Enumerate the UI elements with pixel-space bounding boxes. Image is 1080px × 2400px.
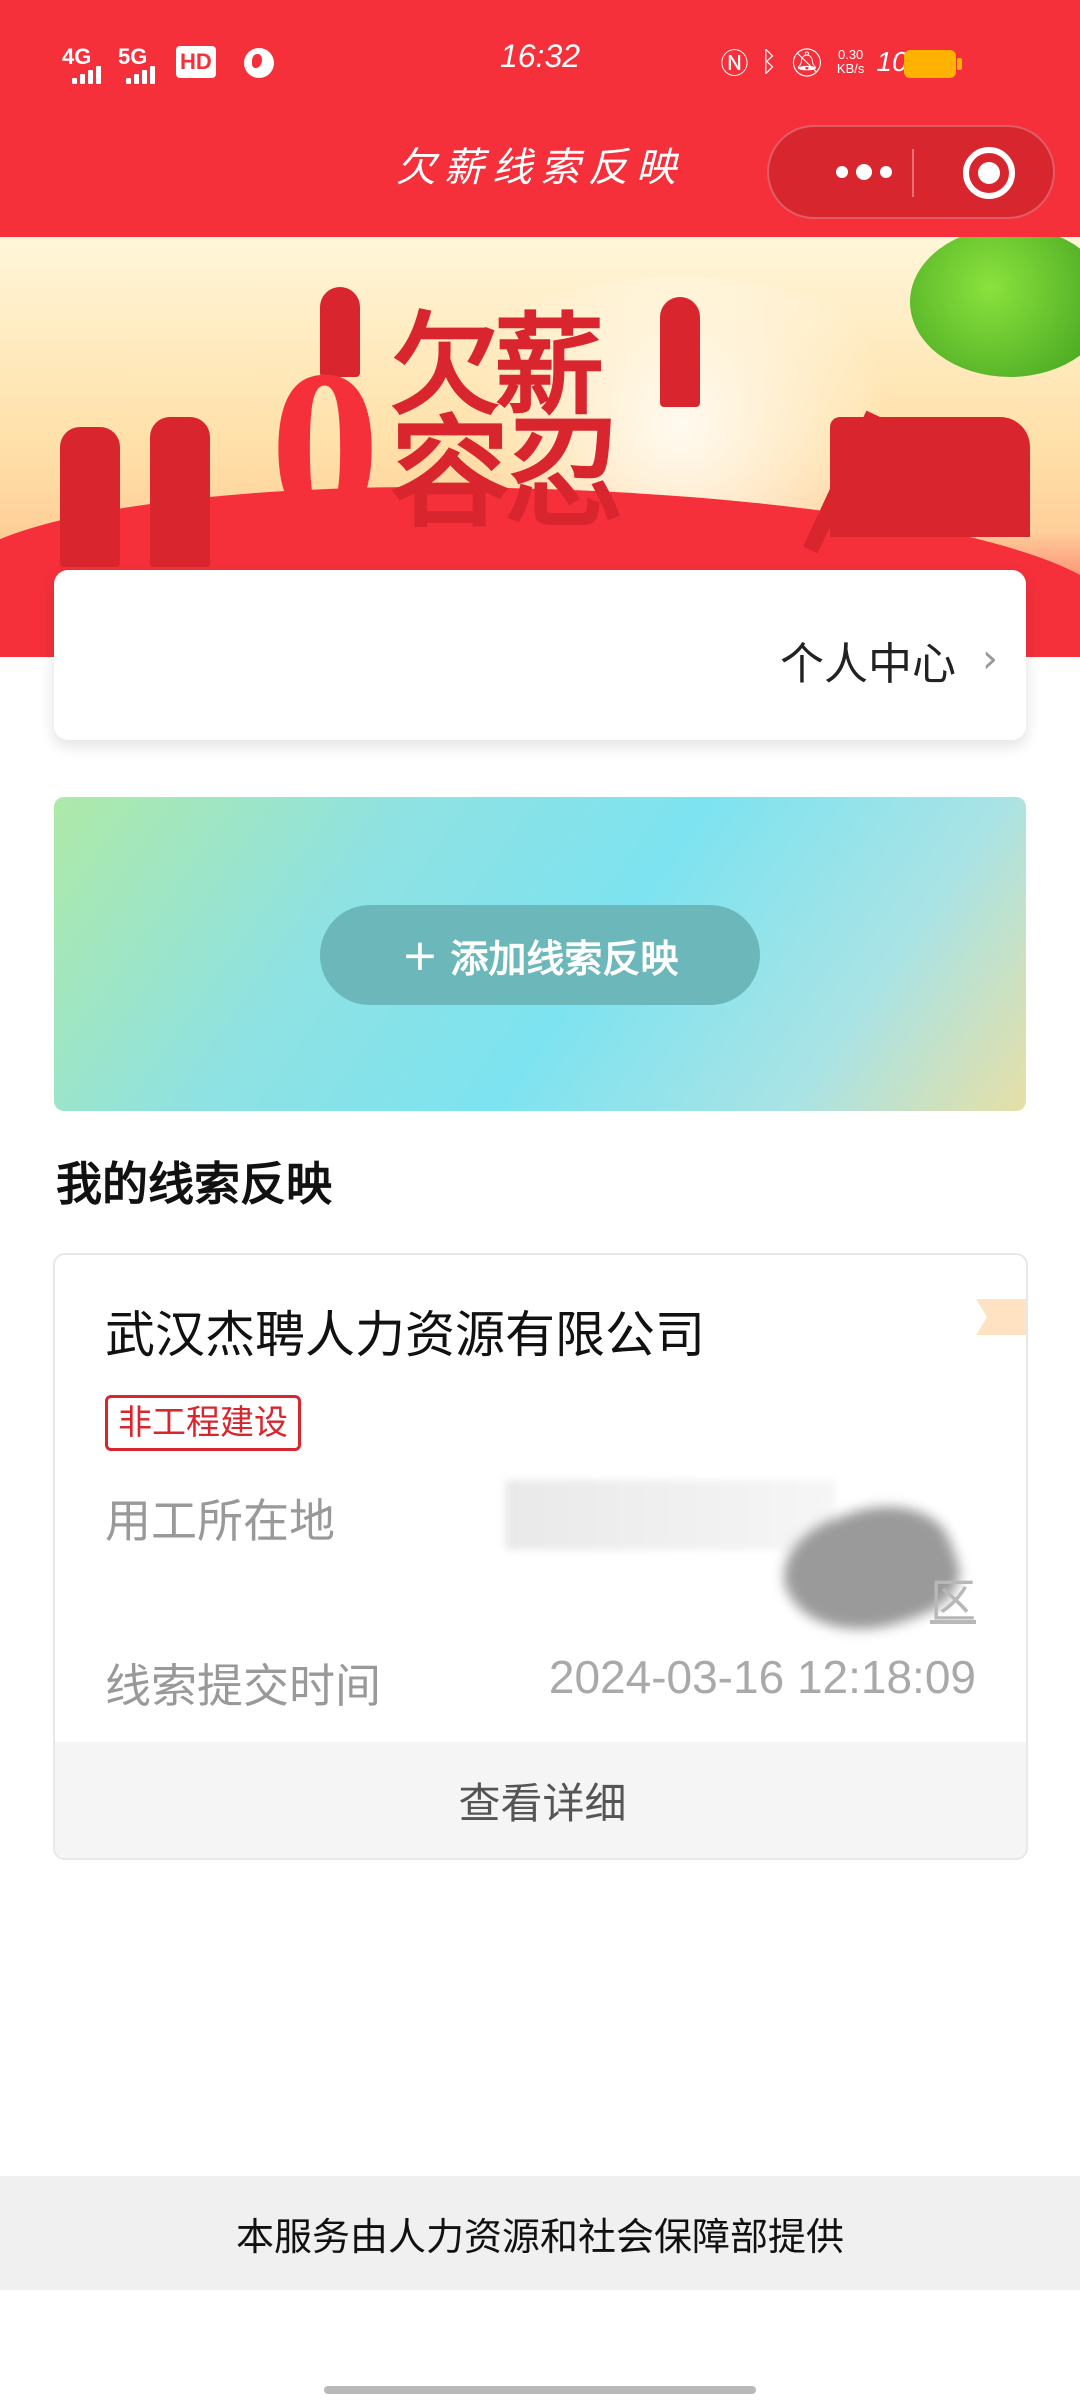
- bluetooth-icon: ᛒ: [760, 46, 778, 77]
- slogan-line2: 容忍: [390, 405, 624, 544]
- miniprogram-capsule: [767, 125, 1055, 219]
- submit-time-label: 线索提交时间: [105, 1659, 381, 1713]
- slogan-zero: 0: [270, 325, 380, 569]
- worker-silhouette: [150, 417, 210, 567]
- footer: 本服务由人力资源和社会保障部提供: [0, 2176, 1080, 2290]
- home-indicator[interactable]: [324, 2386, 756, 2394]
- submit-time-value: 2024-03-16 12:18:09: [548, 1651, 976, 1703]
- top-bar: 4G 5G HD 16:32 Ⓝ ᛒ 🔕︎ 0.30KB/s 100% 欠薪线索…: [0, 0, 1080, 237]
- close-target-icon[interactable]: [963, 147, 1015, 199]
- my-clues-title: 我的线索反映: [56, 1157, 332, 1211]
- more-dots-icon[interactable]: [809, 127, 919, 217]
- personal-center-card[interactable]: 个人中心 ›: [54, 570, 1026, 740]
- app-root: 4G 5G HD 16:32 Ⓝ ᛒ 🔕︎ 0.30KB/s 100% 欠薪线索…: [0, 0, 1080, 2400]
- personal-center-label: 个人中心: [780, 639, 956, 690]
- clue-card[interactable]: 武汉杰聘人力资源有限公司 非工程建设 用工所在地 区 线索提交时间 2024-0…: [53, 1253, 1028, 1860]
- capsule-divider: [912, 149, 914, 197]
- nfc-icon: Ⓝ: [720, 48, 749, 79]
- chevron-right-icon: ›: [982, 636, 998, 682]
- excavator-icon: [830, 417, 1030, 537]
- plus-icon: +: [401, 929, 439, 981]
- location-label: 用工所在地: [105, 1494, 335, 1548]
- location-suffix: 区: [930, 1574, 976, 1628]
- banner-slogan: 0 欠薪 容忍: [270, 297, 770, 557]
- ribbon-icon: [976, 1299, 1026, 1335]
- tree-icon: [910, 237, 1080, 377]
- add-clue-label: 添加线索反映: [450, 936, 679, 981]
- add-clue-panel: + 添加线索反映: [54, 797, 1026, 1111]
- mute-bell-icon: 🔕︎: [789, 46, 825, 78]
- category-tag: 非工程建设: [105, 1395, 301, 1451]
- network-speed: 0.30 KB/s: [836, 47, 865, 76]
- view-detail-button[interactable]: 查看详细: [55, 1742, 1026, 1858]
- status-bar: 4G 5G HD 16:32 Ⓝ ᛒ 🔕︎ 0.30KB/s 100%: [0, 28, 1080, 98]
- battery-icon: [904, 50, 962, 78]
- worker-silhouette: [60, 427, 120, 567]
- company-name: 武汉杰聘人力资源有限公司: [105, 1306, 705, 1364]
- add-clue-button[interactable]: + 添加线索反映: [320, 905, 760, 1005]
- redacted-location: [505, 1480, 835, 1550]
